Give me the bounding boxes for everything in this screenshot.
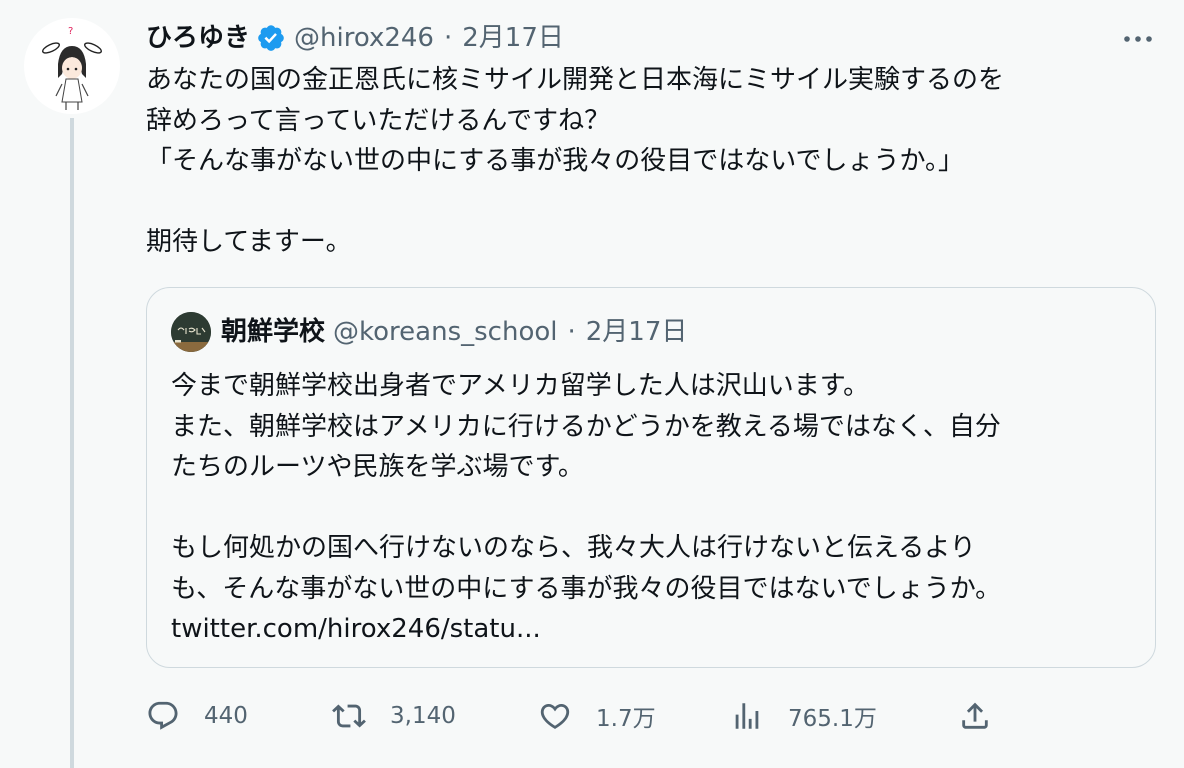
reply-button[interactable]: 440	[146, 694, 248, 738]
quoted-author-display-name: 朝鮮学校	[221, 317, 326, 347]
reply-count: 440	[204, 703, 248, 729]
tweet-actions-bar: 440 3,140 1.7万 765.1万	[146, 694, 1156, 738]
tweet-header: ひろゆき @hirox246 · 2月17日	[146, 18, 564, 58]
author-handle[interactable]: @hirox246	[294, 18, 434, 58]
tweet-date[interactable]: 2月17日	[462, 18, 564, 58]
svg-text:?: ?	[68, 26, 73, 37]
quoted-tweet-text: 今まで朝鮮学校出身者でアメリカ留学した人は沢山います。 また、朝鮮学校はアメリカ…	[171, 371, 1002, 644]
bunny-girl-avatar-icon: ?	[42, 26, 102, 110]
thread-line	[70, 118, 74, 768]
retweet-icon	[332, 704, 366, 728]
reply-icon	[148, 701, 178, 730]
views-button[interactable]: 765.1万	[730, 694, 877, 738]
quoted-author-avatar	[171, 312, 211, 352]
views-chart-icon	[735, 703, 759, 729]
author-display-name[interactable]: ひろゆき	[146, 18, 250, 58]
tweet-text: あなたの国の金正恩氏に核ミサイル開発と日本海にミサイル実験するのを 辞めろって言…	[146, 65, 1005, 257]
share-button[interactable]	[958, 694, 992, 738]
heart-icon	[540, 703, 570, 729]
quoted-tweet-header: 朝鮮学校 @koreans_school · 2月17日	[171, 312, 687, 352]
more-horizontal-icon[interactable]	[1118, 24, 1158, 54]
quoted-tweet-date: 2月17日	[585, 317, 688, 347]
retweet-count: 3,140	[390, 703, 456, 729]
share-upload-icon	[962, 702, 988, 729]
view-count: 765.1万	[788, 706, 877, 732]
separator-dot: ·	[443, 23, 453, 53]
tweet-container[interactable]: ? ひろゆき @hirox246 · 2月17日 あなたの国の金正恩氏に核ミサイ…	[0, 0, 1184, 768]
quoted-separator-dot: ·	[567, 317, 576, 347]
quoted-tweet[interactable]: 朝鮮学校 @koreans_school · 2月17日 今まで朝鮮学校出身者で…	[146, 287, 1156, 668]
quoted-author-handle: @koreans_school	[333, 317, 558, 347]
author-avatar[interactable]: ?	[24, 18, 120, 114]
retweet-button[interactable]: 3,140	[332, 694, 456, 738]
like-count: 1.7万	[596, 706, 656, 732]
chalkboard-avatar-icon	[171, 312, 211, 352]
like-button[interactable]: 1.7万	[538, 694, 656, 738]
verified-badge-icon	[258, 25, 284, 51]
